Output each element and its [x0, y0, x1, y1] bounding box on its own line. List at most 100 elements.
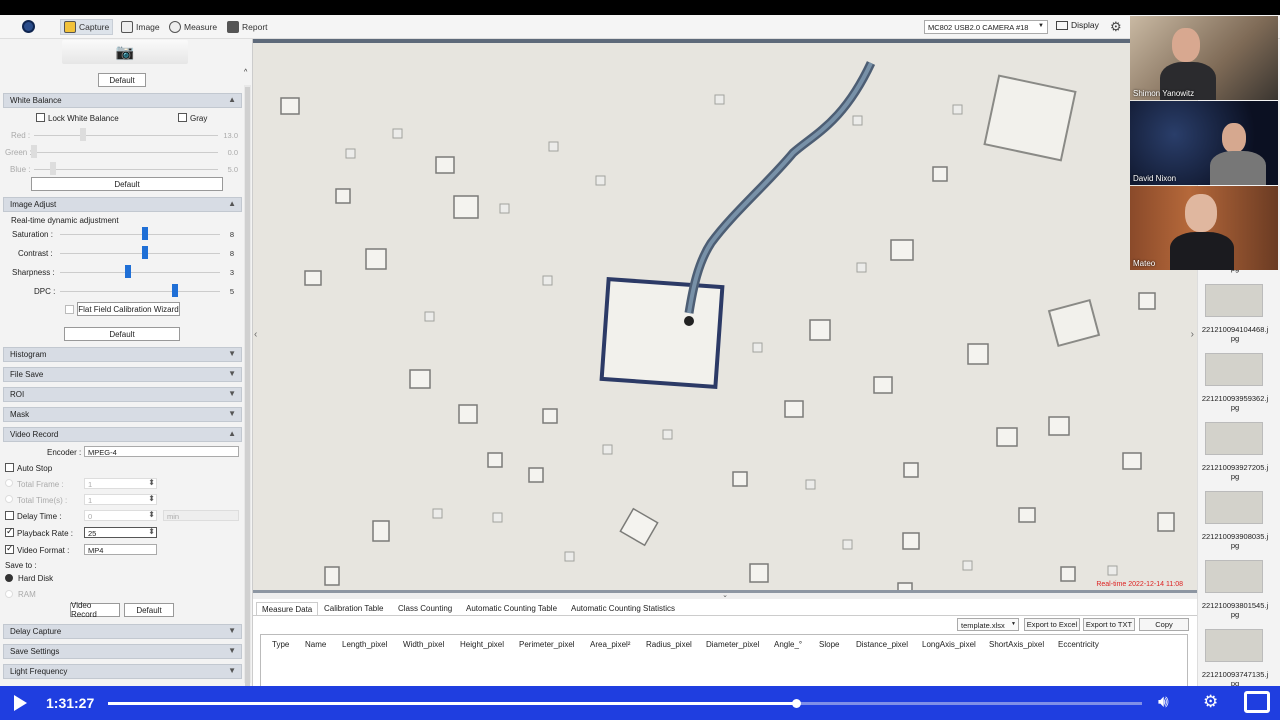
blue-slider-knob[interactable]	[50, 162, 56, 175]
delay-unit-select[interactable]: min	[163, 510, 239, 521]
volume-icon[interactable]: 🔊︎	[1158, 692, 1169, 712]
tab-automatic-counting-table[interactable]: Automatic Counting Table	[461, 602, 562, 615]
tab-report[interactable]: Report	[224, 19, 271, 35]
participant-name: David Nixon	[1133, 174, 1177, 183]
sharpness-slider[interactable]	[60, 272, 220, 273]
default-button[interactable]: Default	[98, 73, 146, 87]
thumbnail[interactable]	[1205, 491, 1263, 524]
panel-splitter[interactable]: ⌄	[253, 590, 1197, 599]
image-adjust-default-button[interactable]: Default	[64, 327, 180, 341]
avatar	[1210, 151, 1266, 185]
template-select[interactable]: template.xlsx	[957, 618, 1019, 631]
green-slider-knob[interactable]	[31, 145, 37, 158]
right-arrow-icon[interactable]: ›	[1191, 329, 1194, 340]
section-file-save[interactable]: File Save ▼	[3, 367, 242, 382]
left-arrow-icon[interactable]: ‹	[254, 329, 257, 340]
column-header: Angle_°	[774, 640, 803, 649]
red-slider[interactable]	[34, 135, 218, 136]
white-balance-default-button[interactable]: Default	[31, 177, 223, 191]
tab-calibration-table[interactable]: Calibration Table	[319, 602, 388, 615]
delay-time-input[interactable]: 0	[84, 510, 157, 521]
scrollbar-thumb[interactable]	[245, 87, 250, 687]
measure-icon	[169, 21, 181, 33]
tab-measure-data[interactable]: Measure Data	[256, 602, 319, 616]
playback-rate-input[interactable]: 25	[84, 527, 157, 538]
tab-capture[interactable]: Capture	[60, 19, 114, 35]
sharpness-slider-knob[interactable]	[125, 265, 131, 278]
flat-field-wizard-button[interactable]: Flat Field Calibration Wizard	[77, 302, 180, 316]
tab-divider	[253, 615, 1197, 616]
tab-class-counting[interactable]: Class Counting	[393, 602, 457, 615]
section-light-frequency[interactable]: Light Frequency ▼	[3, 664, 242, 679]
snap-button[interactable]: 📷	[62, 40, 188, 64]
section-white-balance[interactable]: White Balance ▲	[3, 93, 242, 108]
delay-time-checkbox[interactable]	[5, 511, 14, 520]
realtime-adjust-label: Real-time dynamic adjustment	[11, 216, 119, 225]
section-mask[interactable]: Mask ▼	[3, 407, 242, 422]
copy-button[interactable]: Copy	[1139, 618, 1189, 631]
ram-radio[interactable]	[5, 590, 13, 598]
total-frame-input[interactable]: 1	[84, 478, 157, 489]
column-header: Diameter_pixel	[706, 640, 760, 649]
total-time-radio[interactable]	[5, 495, 13, 503]
red-slider-knob[interactable]	[80, 128, 86, 141]
section-image-adjust[interactable]: Image Adjust ▲	[3, 197, 242, 212]
gear-icon[interactable]: ⚙	[1110, 19, 1122, 35]
export-excel-button[interactable]: Export to Excel	[1024, 618, 1080, 631]
thumbnail[interactable]	[1205, 629, 1263, 662]
left-panel-scrollbar[interactable]	[244, 85, 251, 687]
lock-white-balance-checkbox[interactable]	[36, 113, 45, 122]
encoder-select[interactable]: MPEG-4	[84, 446, 239, 457]
green-slider[interactable]	[34, 152, 218, 153]
column-header: Area_pixel²	[590, 640, 631, 649]
progress-handle[interactable]	[791, 699, 801, 708]
thumbnail[interactable]	[1205, 284, 1263, 317]
display-button[interactable]: Display	[1056, 20, 1099, 30]
video-format-checkbox[interactable]	[5, 543, 14, 554]
thumbnail[interactable]	[1205, 353, 1263, 386]
video-record-button[interactable]: Video Record	[70, 601, 120, 619]
video-format-select[interactable]: MP4	[84, 544, 157, 555]
section-histogram[interactable]: Histogram ▼	[3, 347, 242, 362]
export-txt-button[interactable]: Export to TXT	[1083, 618, 1135, 631]
camera-select[interactable]: MC802 USB2.0 CAMERA #18	[924, 20, 1048, 34]
total-time-input[interactable]: 1	[84, 494, 157, 505]
auto-stop-checkbox[interactable]	[5, 463, 14, 472]
microscope-view[interactable]: Real-time 2022-12-14 11:08 ‹ ›	[253, 39, 1197, 590]
saturation-slider[interactable]	[60, 234, 220, 235]
video-record-default-button[interactable]: Default	[124, 603, 174, 617]
play-icon[interactable]	[14, 695, 27, 711]
participant-video: Mateo	[1130, 186, 1278, 270]
green-label: Green :	[5, 148, 32, 157]
blue-slider[interactable]	[34, 169, 218, 170]
collapse-arrow-icon[interactable]: ^	[244, 69, 247, 76]
contrast-slider-knob[interactable]	[142, 246, 148, 259]
dpc-slider[interactable]	[60, 291, 220, 292]
gray-checkbox[interactable]	[178, 113, 187, 122]
total-frame-radio[interactable]	[5, 479, 13, 487]
section-save-settings[interactable]: Save Settings ▼	[3, 644, 242, 659]
blue-label: Blue :	[10, 165, 31, 174]
contrast-slider[interactable]	[60, 253, 220, 254]
playback-rate-checkbox[interactable]	[5, 526, 14, 537]
chevron-up-icon: ▲	[228, 95, 236, 104]
saturation-slider-knob[interactable]	[142, 227, 148, 240]
flat-field-checkbox[interactable]	[65, 305, 74, 314]
thumbnail[interactable]	[1205, 560, 1263, 593]
tab-measure[interactable]: Measure	[166, 19, 220, 35]
participant-name: Mateo	[1133, 259, 1156, 268]
section-roi[interactable]: ROI ▼	[3, 387, 242, 402]
section-video-record[interactable]: Video Record ▲	[3, 427, 242, 442]
tab-image[interactable]: Image	[118, 19, 163, 35]
participant-video: David Nixon	[1130, 101, 1278, 185]
tab-automatic-counting-statistics[interactable]: Automatic Counting Statistics	[566, 602, 680, 615]
progress-bar[interactable]	[108, 699, 1142, 708]
dpc-slider-knob[interactable]	[172, 284, 178, 297]
thumbnail-label: 221210093959362.jpg	[1201, 394, 1269, 412]
avatar	[1170, 232, 1234, 270]
thumbnail[interactable]	[1205, 422, 1263, 455]
section-delay-capture[interactable]: Delay Capture ▼	[3, 624, 242, 639]
gear-icon[interactable]: ⚙	[1203, 692, 1218, 712]
fullscreen-icon[interactable]	[1244, 691, 1270, 713]
hard-disk-radio[interactable]	[5, 574, 13, 582]
